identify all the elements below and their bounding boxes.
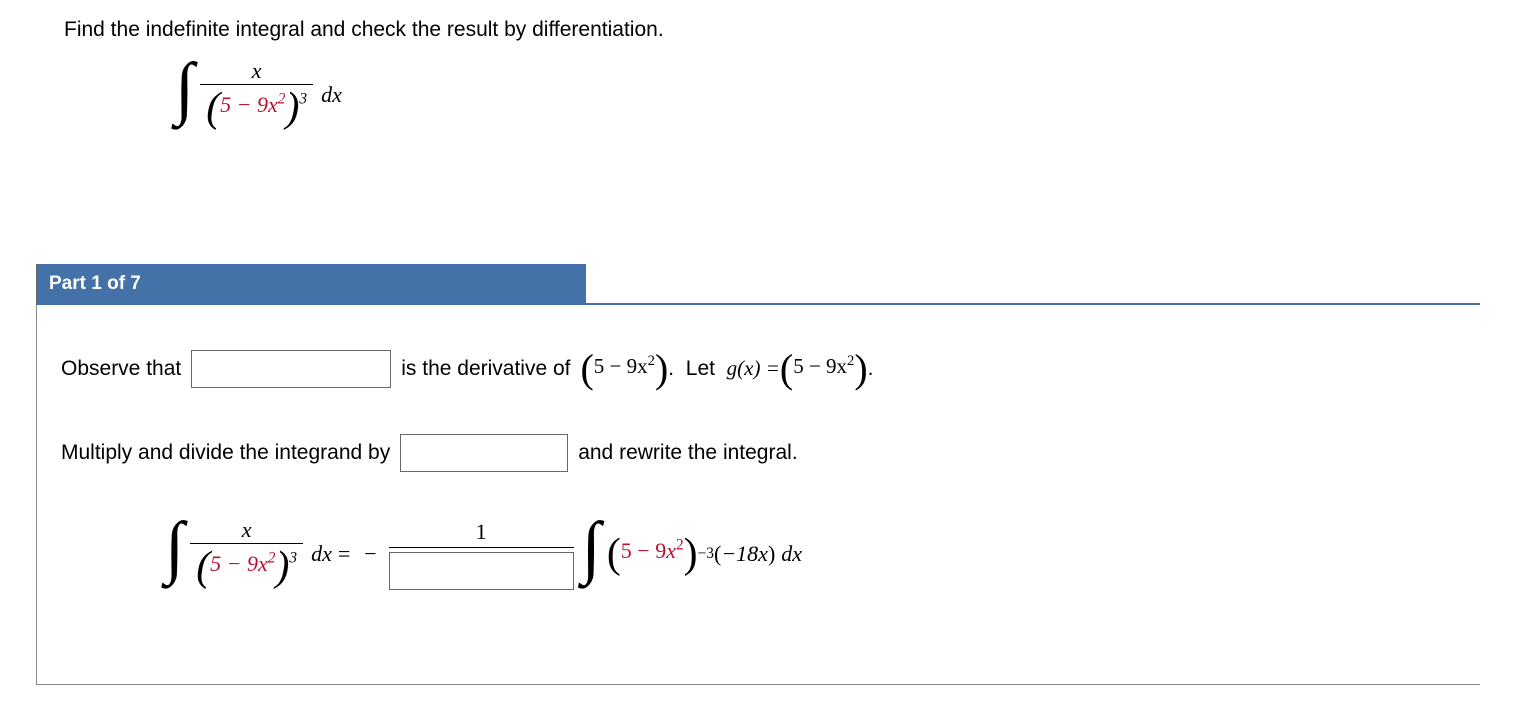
inner-var: x (268, 92, 278, 117)
tail-inner: −18x (721, 541, 768, 567)
tail-close: ) (768, 541, 775, 567)
minus: − (364, 541, 376, 567)
multiply-pre: Multiply and divide the integrand by (61, 441, 390, 465)
rc2: 9 (655, 538, 666, 563)
fraction-with-input: 1 (389, 519, 574, 590)
expr-a2: 5 (793, 354, 804, 378)
expr-b2: 9x (826, 354, 847, 378)
neg-exp: −3 (698, 545, 714, 563)
lc5: 3 (289, 550, 297, 567)
observe-mid: is the derivative of (401, 357, 570, 381)
lc3: x (258, 551, 268, 576)
dx-3: dx (781, 541, 802, 567)
equals: = (338, 541, 350, 567)
observe-row: Observe that is the derivative of (5 − 9… (61, 345, 1456, 392)
let-text: . Let (668, 357, 726, 381)
numerator: x (246, 58, 268, 84)
integral-sign-icon: ∫ (175, 49, 194, 129)
denominator-input[interactable] (389, 552, 574, 590)
rc3: x (666, 538, 676, 563)
rc1: 5 (621, 538, 632, 563)
step-content: Observe that is the derivative of (5 − 9… (36, 305, 1480, 685)
inner-const: 5 (220, 92, 231, 117)
rc4: 2 (676, 536, 684, 553)
expr-5-9x2-a: (5 − 9x2) (581, 345, 669, 392)
problem-integral: ∫ x (5 − 9x2)3 dx (175, 55, 342, 135)
g-eq: g(x) = (727, 356, 780, 381)
expr-5-9x2-b: (5 − 9x2) (780, 345, 868, 392)
factor-input[interactable] (400, 434, 568, 472)
expr-b1: 9x (627, 354, 648, 378)
multiply-row: Multiply and divide the integrand by and… (61, 434, 1456, 472)
frac-num-1: 1 (476, 519, 487, 547)
lc1: 5 (210, 551, 221, 576)
integral-sign-icon-3: ∫ (582, 508, 601, 588)
numerator-2: x (236, 517, 258, 543)
outer-exp: 3 (299, 91, 307, 108)
instruction-text: Find the indefinite integral and check t… (64, 18, 664, 42)
expr-5-9x2-c: (5 − 9x2) (607, 530, 698, 578)
part-tab: Part 1 of 7 (36, 264, 586, 304)
integral-sign-icon-2: ∫ (165, 508, 184, 588)
period: . (868, 357, 874, 381)
expr-sup1: 2 (648, 353, 655, 369)
dx: dx (321, 82, 342, 108)
expr-a1: 5 (594, 354, 605, 378)
inner-coef: 9 (257, 92, 268, 117)
equation-row: ∫ x (5 − 9x2)3 dx = − 1 (61, 514, 1456, 594)
tail-open: ( (714, 541, 721, 567)
multiply-post: and rewrite the integral. (578, 441, 797, 465)
observe-pre: Observe that (61, 357, 181, 381)
derivative-input[interactable] (191, 350, 391, 388)
lc2: 9 (247, 551, 258, 576)
dx-2: dx (311, 541, 332, 567)
